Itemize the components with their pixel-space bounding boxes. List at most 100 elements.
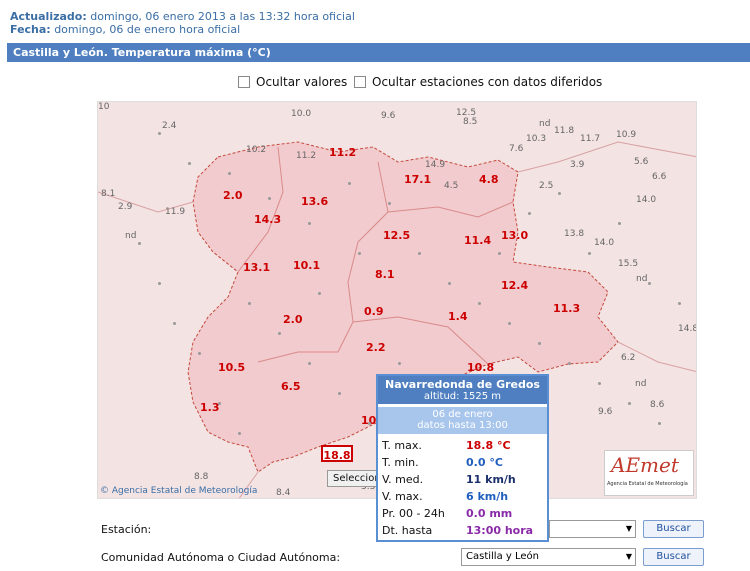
station-value-label[interactable]: 10 <box>361 414 376 427</box>
region-label: Comunidad Autónoma o Ciudad Autónoma: <box>101 551 341 564</box>
station-value-label[interactable]: 10.8 <box>467 361 494 374</box>
neighbor-station-label: 11.8 <box>554 126 575 136</box>
date-line: Fecha: domingo, 06 de enero hora oficial <box>10 23 240 36</box>
popup-row-value: 13:00 hora <box>466 524 534 537</box>
hide-values-option[interactable]: Ocultar valores <box>238 75 347 89</box>
station-value-label[interactable]: 6.5 <box>281 380 301 393</box>
station-value-label[interactable]: 13.6 <box>301 195 328 208</box>
station-dot[interactable] <box>348 182 351 185</box>
station-value-label[interactable]: 2.0 <box>223 189 243 202</box>
station-value-label[interactable]: 2.0 <box>283 313 303 326</box>
neighbor-station-label: 10.9 <box>616 130 637 140</box>
neighbor-station-label: 11.7 <box>580 134 601 144</box>
station-dot[interactable] <box>558 192 561 195</box>
station-value-label[interactable]: 12.4 <box>501 279 528 292</box>
popup-row-key: Pr. 00 - 24h <box>382 507 445 520</box>
station-dot[interactable] <box>198 352 201 355</box>
station-dot[interactable] <box>398 362 401 365</box>
station-value-label[interactable]: 13.1 <box>243 261 270 274</box>
chevron-down-icon: ▼ <box>625 524 632 533</box>
station-dot[interactable] <box>158 282 161 285</box>
neighbor-station-label: 5.6 <box>634 157 649 167</box>
station-value-label[interactable]: 11.4 <box>464 234 491 247</box>
station-dot[interactable] <box>618 222 621 225</box>
station-dot[interactable] <box>308 222 311 225</box>
station-dot[interactable] <box>188 162 191 165</box>
station-value-label[interactable]: 12.5 <box>383 229 410 242</box>
station-dot[interactable] <box>508 322 511 325</box>
station-value-label[interactable]: 1.4 <box>448 310 468 323</box>
neighbor-station-label: 7.6 <box>509 144 524 154</box>
station-value-label[interactable]: 14.3 <box>254 213 281 226</box>
neighbor-station-label: 4.5 <box>444 181 459 191</box>
station-value-label[interactable]: 4.8 <box>479 173 499 186</box>
updated-label: Actualizado: <box>10 10 87 23</box>
station-dot[interactable] <box>628 402 631 405</box>
station-value-label[interactable]: 2.2 <box>366 341 386 354</box>
selected-station-marker[interactable]: 18.8 <box>321 445 353 462</box>
neighbor-station-label: nd <box>635 379 647 389</box>
station-dot[interactable] <box>308 362 311 365</box>
station-dot[interactable] <box>588 252 591 255</box>
popup-row-value: 0.0 °C <box>466 456 503 469</box>
station-dot[interactable] <box>528 212 531 215</box>
station-dot[interactable] <box>538 342 541 345</box>
station-value-label[interactable]: 10.1 <box>293 259 320 272</box>
neighbor-station-label: 10.0 <box>291 109 312 119</box>
aemet-logo: AEmet Agencia Estatal de Meteorología <box>604 450 694 496</box>
station-dot[interactable] <box>228 172 231 175</box>
station-dot[interactable] <box>658 422 661 425</box>
station-dot[interactable] <box>418 252 421 255</box>
neighbor-station-label: 8.8 <box>194 472 209 482</box>
station-value-label[interactable]: 11.2 <box>329 146 356 159</box>
station-dot[interactable] <box>238 432 241 435</box>
station-dot[interactable] <box>368 422 371 425</box>
station-dot[interactable] <box>158 132 161 135</box>
station-dot[interactable] <box>248 302 251 305</box>
station-dot[interactable] <box>598 382 601 385</box>
hide-values-checkbox[interactable] <box>238 76 250 88</box>
station-dot[interactable] <box>173 322 176 325</box>
station-select[interactable]: ▼ <box>549 520 636 538</box>
neighbor-station-label: 6.6 <box>652 172 667 182</box>
region-search-button[interactable]: Buscar <box>643 548 704 566</box>
station-dot[interactable] <box>388 202 391 205</box>
station-value-label[interactable]: 8.1 <box>375 268 395 281</box>
station-dot[interactable] <box>318 292 321 295</box>
station-value-label[interactable]: 13.0 <box>501 229 528 242</box>
hide-stations-option[interactable]: Ocultar estaciones con datos diferidos <box>354 75 602 89</box>
neighbor-station-label: 8.6 <box>650 400 665 410</box>
station-dot[interactable] <box>268 197 271 200</box>
neighbor-station-label: 9.6 <box>381 111 396 121</box>
aemet-logo-sub: Agencia Estatal de Meteorología <box>607 481 688 487</box>
station-dot[interactable] <box>678 302 681 305</box>
station-value-label[interactable]: 0.9 <box>364 305 384 318</box>
neighbor-station-label: 14.8 <box>678 324 697 334</box>
station-search-button[interactable]: Buscar <box>643 520 704 538</box>
station-dot[interactable] <box>648 282 651 285</box>
station-dot[interactable] <box>478 302 481 305</box>
station-dot[interactable] <box>218 402 221 405</box>
neighbor-station-label: 6.2 <box>621 353 636 363</box>
station-value-label[interactable]: 17.1 <box>404 173 431 186</box>
neighbor-station-label: 11.9 <box>165 207 186 217</box>
station-dot[interactable] <box>358 252 361 255</box>
neighbor-station-label: 10.3 <box>526 134 547 144</box>
popup-row: Pr. 00 - 24h 0.0 mm <box>378 505 547 522</box>
station-value-label[interactable]: 10.5 <box>218 361 245 374</box>
station-value-label[interactable]: 1.3 <box>200 401 220 414</box>
station-dot[interactable] <box>138 242 141 245</box>
region-select[interactable]: Castilla y León ▼ <box>461 548 636 566</box>
neighbor-station-label: nd <box>539 119 551 129</box>
neighbor-station-label: 8.5 <box>463 117 478 127</box>
station-dot[interactable] <box>448 282 451 285</box>
hide-stations-checkbox[interactable] <box>354 76 366 88</box>
station-dot[interactable] <box>338 392 341 395</box>
page-title: Castilla y León. Temperatura máxima (°C) <box>7 43 750 62</box>
station-dot[interactable] <box>278 332 281 335</box>
station-value-label[interactable]: 11.3 <box>553 302 580 315</box>
neighbor-station-label: 8.4 <box>276 488 291 498</box>
popup-row: Dt. hasta 13:00 hora <box>378 522 547 539</box>
station-dot[interactable] <box>498 252 501 255</box>
station-dot[interactable] <box>568 362 571 365</box>
